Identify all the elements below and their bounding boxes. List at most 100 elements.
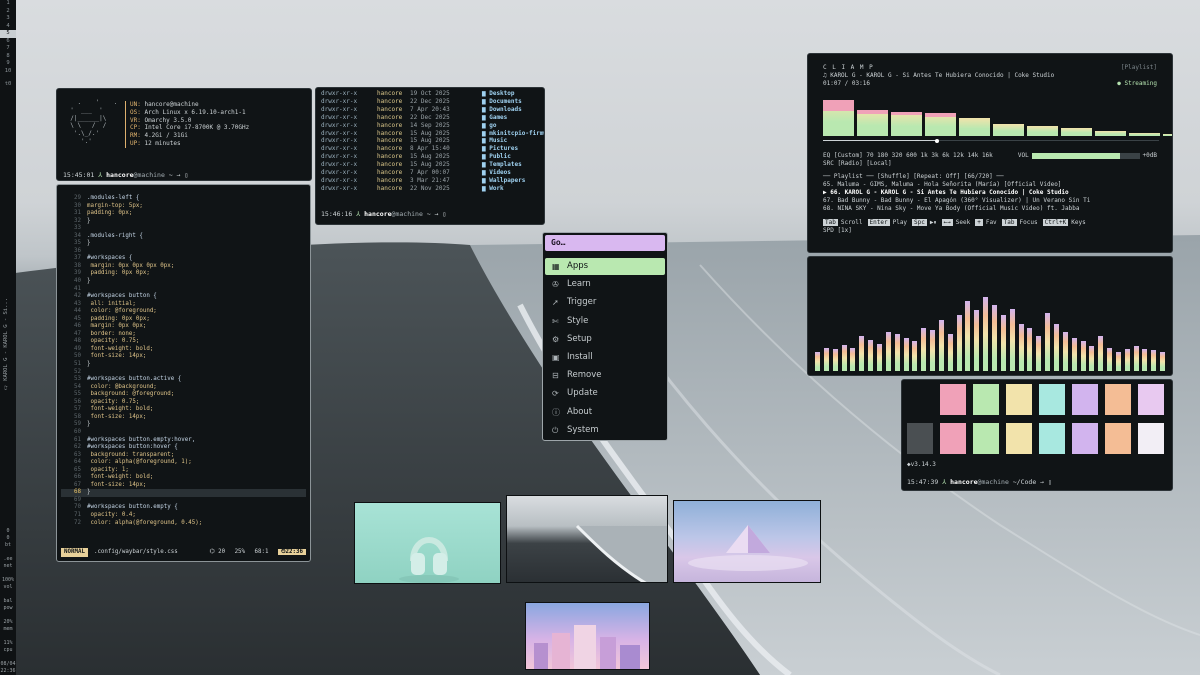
code-line[interactable]: 70 #workspaces button.empty { [61, 504, 306, 512]
volume-slider[interactable] [1031, 152, 1140, 160]
launcher-search-input[interactable]: Go… [545, 235, 665, 251]
code-line[interactable]: 46 margin: 0px 0px; [61, 323, 306, 331]
code-line[interactable]: 37 #workspaces { [61, 255, 306, 263]
menu-item-install[interactable]: ▣ Install [545, 349, 665, 366]
menu-item-about[interactable]: ⓘ About [545, 404, 665, 421]
code-line[interactable]: 41 [61, 286, 306, 294]
code-line[interactable]: 35} [61, 240, 306, 248]
code-line[interactable]: 61 #workspaces button.empty:hover, [61, 437, 306, 445]
folder-name[interactable]: ▆ Wallpapers [482, 177, 525, 185]
code-line[interactable]: 49 font-weight: bold; [61, 346, 306, 354]
cliamp-player[interactable]: C L I A M P [Playlist] ♫ KAROL G - KAROL… [807, 53, 1173, 253]
code-line[interactable]: 56 opacity: 0.75; [61, 399, 306, 407]
menu-item-remove[interactable]: ⊟ Remove [545, 367, 665, 384]
source-selector[interactable]: SRC [Radio] [Local] [823, 160, 1157, 168]
code-line[interactable]: 68} [61, 489, 306, 497]
folder-name[interactable]: ▆ Desktop [482, 90, 515, 98]
wallpaper-thumb-pyramid[interactable] [673, 500, 821, 583]
code-line[interactable]: 57 font-weight: bold; [61, 406, 306, 414]
seek-track[interactable] [823, 138, 1159, 143]
menu-item-style[interactable]: ✄ Style [545, 313, 665, 330]
palette-terminal[interactable]: ◆v3.14.3 15:47:39 ⅄ hancore@machine ~/Co… [901, 379, 1173, 491]
wallpaper-thumb-city[interactable] [525, 602, 650, 670]
folder-name[interactable]: ▆ Music [482, 137, 507, 145]
code-line[interactable]: 42 #workspaces button { [61, 293, 306, 301]
code-line[interactable]: 52 [61, 369, 306, 377]
workspace-button-9[interactable]: 9 [0, 60, 16, 68]
code-line[interactable]: 54 color: @background; [61, 384, 306, 392]
menu-item-trigger[interactable]: ➚ Trigger [545, 294, 665, 311]
folder-name[interactable]: ▆ go [482, 122, 496, 130]
eq-label[interactable]: EQ [Custom] 70 180 320 600 1k 3k 6k 12k … [823, 152, 1018, 160]
code-line[interactable]: 38 margin: 0px 0px 0px 0px; [61, 263, 306, 271]
editor-buffer[interactable]: 29 .modules-left {30 margin-top: 5px; 31 pad… [61, 195, 306, 527]
folder-name[interactable]: ▆ mkinitcpio-firmware [482, 130, 544, 138]
code-line[interactable]: 33 [61, 225, 306, 233]
code-line[interactable]: 55 background: @foreground; [61, 391, 306, 399]
code-line[interactable]: 67 font-size: 14px; [61, 482, 306, 490]
code-line[interactable]: 58 font-size: 14px; [61, 414, 306, 422]
folder-name[interactable]: ▆ Downloads [482, 106, 522, 114]
code-line[interactable]: 53 #workspaces button.active { [61, 376, 306, 384]
folder-name[interactable]: ▆ Documents [482, 98, 522, 106]
code-line[interactable]: 69 [61, 497, 306, 505]
folder-name[interactable]: ▆ Work [482, 185, 504, 193]
code-line[interactable]: 29 .modules-left { [61, 195, 306, 203]
workspace-button-8[interactable]: 8 [0, 53, 16, 61]
wallpaper-thumb-beach[interactable] [506, 495, 668, 583]
ls-terminal[interactable]: drwxr-xr-x hancore 19 Oct 2025 ▆ Desktop drw… [315, 87, 545, 225]
code-line[interactable]: 30 margin-top: 5px; [61, 203, 306, 211]
code-line[interactable]: 50 font-size: 14px; [61, 353, 306, 361]
code-line[interactable]: 71 opacity: 0.4; [61, 512, 306, 520]
fastfetch-terminal[interactable]: . ' . ' ___ ' /|______|\ \ \ / / '.\_/.'… [56, 88, 312, 181]
code-line[interactable]: 39 padding: 0px 0px; [61, 270, 306, 278]
workspace-button-7[interactable]: 7 [0, 45, 16, 53]
code-line[interactable]: 43 all: initial; [61, 301, 306, 309]
launcher-menu[interactable]: Go… ▦ Apps ✇ Learn ➚ Trigger ✄ Style ⚙ Setup ▣ Inst… [542, 232, 668, 441]
folder-name[interactable]: ▆ Videos [482, 169, 511, 177]
code-editor[interactable]: 29 .modules-left {30 margin-top: 5px; 31 pad… [56, 184, 311, 562]
workspace-button-2[interactable]: 2 [0, 8, 16, 16]
workspace-button-10[interactable]: 10 [0, 68, 16, 76]
workspace-button-5[interactable]: 5 [0, 30, 16, 38]
code-line[interactable]: 60 [61, 429, 306, 437]
code-line[interactable]: 40} [61, 278, 306, 286]
menu-item-update[interactable]: ⟳ Update [545, 385, 665, 402]
playlist-item[interactable]: 65. Maluma - GIMS, Maluma - Hola Señorit… [823, 181, 1157, 189]
menu-item-system[interactable]: ⏻ System [545, 422, 665, 439]
code-line[interactable]: 47 border: none; [61, 331, 306, 339]
folder-name[interactable]: ▆ Games [482, 114, 507, 122]
playlist-tag[interactable]: [Playlist] [1121, 64, 1157, 72]
code-line[interactable]: 62 #workspaces button:hover { [61, 444, 306, 452]
code-line[interactable]: 64 color: alpha(@foreground, 1); [61, 459, 306, 467]
seek-knob[interactable] [935, 138, 940, 143]
code-line[interactable]: 32} [61, 218, 306, 226]
code-line[interactable]: 59} [61, 421, 306, 429]
workspace-button-6[interactable]: 6 [0, 38, 16, 46]
workspace-button-1[interactable]: 1 [0, 0, 16, 8]
code-line[interactable]: 66 font-weight: bold; [61, 474, 306, 482]
code-line[interactable]: 51} [61, 361, 306, 369]
playlist-item[interactable]: 67. Bad Bunny - Bad Bunny - El Apagón (3… [823, 197, 1157, 205]
code-line[interactable]: 34 .modules-right { [61, 233, 306, 241]
menu-item-setup[interactable]: ⚙ Setup [545, 331, 665, 348]
code-line[interactable]: 44 color: @foreground; [61, 308, 306, 316]
folder-name[interactable]: ▆ Templates [482, 161, 522, 169]
menu-item-apps[interactable]: ▦ Apps [545, 258, 665, 275]
code-line[interactable]: 48 opacity: 0.75; [61, 338, 306, 346]
playlist-item[interactable]: ▶ 66. KAROL G - KAROL G - Si Antes Te Hu… [823, 189, 1157, 197]
workspace-extra[interactable]: t0 [0, 81, 16, 89]
workspace-button-3[interactable]: 3 [0, 15, 16, 23]
code-line[interactable]: 36 [61, 248, 306, 256]
wallpaper-thumb-headphones[interactable] [354, 502, 501, 584]
speed-indicator[interactable]: SPD [1x] [823, 227, 1157, 235]
code-line[interactable]: 31 padding: 0px; [61, 210, 306, 218]
folder-name[interactable]: ▆ Pictures [482, 145, 518, 153]
code-line[interactable]: 45 padding: 0px 0px; [61, 316, 306, 324]
folder-name[interactable]: ▆ Public [482, 153, 511, 161]
playlist-item[interactable]: 68. NINA SKY - Nina Sky - Move Ya Body (… [823, 205, 1157, 213]
code-line[interactable]: 63 background: transparent; [61, 452, 306, 460]
menu-item-learn[interactable]: ✇ Learn [545, 276, 665, 293]
workspace-button-4[interactable]: 4 [0, 23, 16, 31]
code-line[interactable]: 65 opacity: 1; [61, 467, 306, 475]
